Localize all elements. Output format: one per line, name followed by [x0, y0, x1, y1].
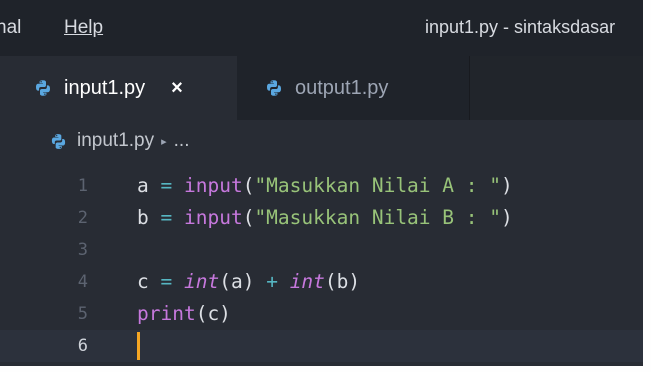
- tab-label: output1.py: [295, 76, 389, 99]
- code-line[interactable]: 4c = int(a) + int(b): [0, 266, 643, 298]
- tab-label: input1.py: [64, 76, 146, 99]
- code-token: ): [500, 206, 513, 229]
- window-title: input1.py - sintaksdasar: [425, 17, 616, 37]
- line-number: 3: [77, 240, 88, 260]
- line-number: 2: [77, 208, 88, 228]
- code-text: b = input("Masukkan Nilai B : "): [137, 202, 513, 234]
- menu-item-help[interactable]: Help: [64, 17, 103, 39]
- editor-window: nal Help input1.py - sintaksdasar input1…: [0, 0, 643, 366]
- code-token: b: [137, 206, 149, 229]
- code-token: "Masukkan Nilai B : ": [254, 206, 501, 229]
- python-icon: [36, 80, 50, 96]
- title-bar: nal Help input1.py - sintaksdasar: [0, 0, 643, 56]
- code-line[interactable]: 6: [0, 330, 643, 362]
- line-number: 6: [77, 336, 88, 356]
- breadcrumb-file[interactable]: input1.py: [77, 130, 154, 152]
- code-token: "Masukkan Nilai A : ": [254, 174, 501, 197]
- code-line[interactable]: 3: [0, 234, 643, 266]
- code-text: print(c): [137, 298, 231, 330]
- python-icon: [51, 133, 66, 149]
- menu-help-label: Help: [64, 17, 104, 38]
- close-tab-button[interactable]: ×: [171, 77, 183, 100]
- code-token: =: [148, 206, 184, 229]
- code-token: (b): [324, 270, 361, 293]
- breadcrumb-more[interactable]: ...: [174, 130, 190, 152]
- tab-input1[interactable]: input1.py ×: [0, 56, 237, 120]
- tab-output1[interactable]: output1.py: [237, 56, 470, 120]
- text-cursor: [137, 332, 140, 360]
- code-text: a = input("Masukkan Nilai A : "): [137, 170, 513, 202]
- code-token: c: [137, 270, 149, 293]
- code-token: (c): [195, 302, 231, 325]
- code-text: c = int(a) + int(b): [137, 266, 360, 298]
- breadcrumb: input1.py ▸ ...: [0, 120, 643, 162]
- tab-bar: input1.py × output1.py: [0, 56, 643, 120]
- tab-bar-empty-area[interactable]: [470, 56, 643, 120]
- code-token: input: [183, 206, 243, 229]
- line-number: 4: [77, 272, 88, 292]
- python-icon: [267, 80, 281, 96]
- code-line[interactable]: 2 b = input("Masukkan Nilai B : "): [0, 202, 643, 234]
- code-token: print: [137, 302, 196, 325]
- code-editor[interactable]: 1a = input("Masukkan Nilai A : ") 2 b = in…: [0, 162, 643, 366]
- code-token: +: [254, 270, 290, 293]
- code-token: int: [183, 270, 220, 293]
- code-token: =: [148, 270, 184, 293]
- menu-item-terminal[interactable]: nal: [0, 17, 21, 39]
- code-token: =: [148, 174, 184, 197]
- code-token: a: [137, 174, 149, 197]
- breadcrumb-separator-icon: ▸: [161, 135, 167, 148]
- code-token: ): [500, 174, 513, 197]
- line-number: 5: [77, 304, 88, 324]
- line-number: 1: [77, 176, 88, 196]
- code-token: (a): [219, 270, 255, 293]
- code-token: (: [242, 206, 255, 229]
- code-token: int: [289, 270, 325, 293]
- code-line[interactable]: 5 print(c): [0, 298, 643, 330]
- code-line[interactable]: 1 a = input("Masukkan Nilai A : "): [0, 170, 643, 202]
- screen: nal Help input1.py - sintaksdasar input1…: [0, 0, 651, 372]
- code-token: input: [183, 174, 243, 197]
- code-token: (: [242, 174, 255, 197]
